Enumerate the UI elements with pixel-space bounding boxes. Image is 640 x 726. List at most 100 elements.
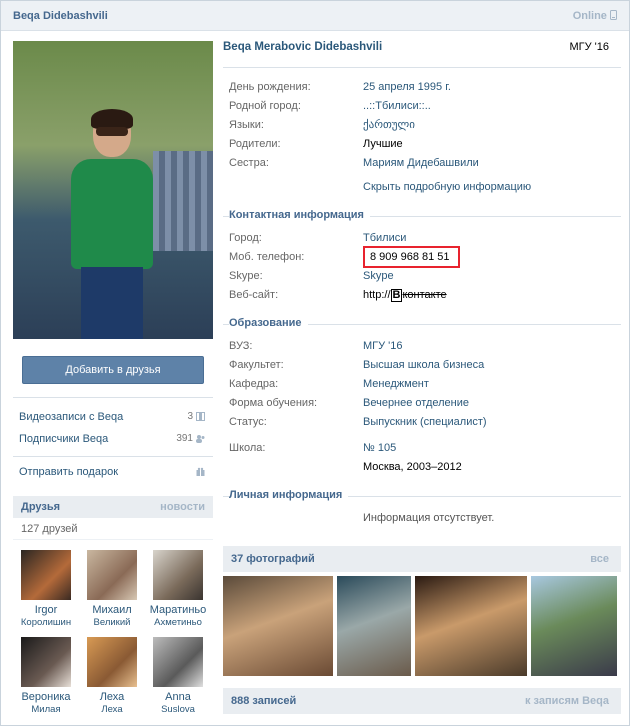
send-gift-label: Отправить подарок [19, 466, 119, 478]
photo-thumb[interactable] [337, 576, 411, 676]
friends-news-link[interactable]: новости [160, 501, 205, 513]
info-value[interactable]: ქართული [363, 116, 415, 135]
friend-avatar[interactable] [87, 550, 137, 600]
info-row: Родной город: ..::Тбилиси::.. [229, 97, 621, 116]
info-row: Веб-сайт: http://Вконтакте [229, 286, 621, 305]
friend-avatar[interactable] [153, 550, 203, 600]
education-section-header: Образование [223, 317, 621, 335]
profile-photo[interactable] [13, 41, 213, 339]
info-value[interactable]: 25 апреля 1995 г. [363, 78, 451, 97]
friend-last-name[interactable]: Suslova [145, 704, 211, 716]
friend-last-name[interactable]: Милая [13, 704, 79, 716]
phone-highlight-box: 8 909 968 81 51 [363, 246, 460, 268]
followers-icon [196, 434, 205, 443]
friend-first-name[interactable]: Маратиньо [145, 604, 211, 617]
friend-card[interactable]: Маратиньо Ахметиньо [145, 550, 211, 629]
info-key: Школа: [229, 442, 266, 454]
info-row: Форма обучения: Вечернее отделение [229, 394, 621, 413]
info-value[interactable]: Выпускник (специалист) [363, 413, 487, 432]
info-row: Сестра: Мариям Дидебашвили [229, 154, 621, 173]
top-bar: Beqa Didebashvili Online [1, 1, 629, 31]
records-link[interactable]: к записям Beqa [525, 695, 609, 707]
profile-header: Beqa Merabovic Didebashvili МГУ '16 [223, 41, 621, 63]
friend-first-name[interactable]: Вероника [13, 691, 79, 704]
add-friend-button[interactable]: Добавить в друзья [22, 356, 204, 384]
info-key: ВУЗ: [229, 340, 253, 352]
info-key: День рождения: [229, 81, 311, 93]
website-value[interactable]: http://Вконтакте [363, 286, 447, 305]
personal-section-header: Личная информация [223, 489, 621, 507]
info-row: Моб. телефон: 8 909 968 81 51 [229, 246, 621, 268]
friend-avatar[interactable] [21, 550, 71, 600]
info-value[interactable]: Мариям Дидебашвили [363, 154, 479, 173]
send-gift-link[interactable]: Отправить подарок [13, 461, 213, 483]
photos-title[interactable]: 37 фотографий [231, 553, 315, 565]
photos-header: 37 фотографий все [223, 546, 621, 572]
info-row: Школа: № 105 [229, 439, 621, 458]
friend-first-name[interactable]: Anna [145, 691, 211, 704]
photo-thumb[interactable] [531, 576, 617, 676]
divider [13, 397, 213, 398]
videos-label: Видеозаписи с Beqa [19, 411, 124, 423]
photo-thumb[interactable] [223, 576, 333, 676]
divider [223, 67, 621, 68]
videos-link[interactable]: Видеозаписи с Beqa 3 [13, 406, 213, 428]
friend-last-name[interactable]: Ахметиньо [145, 617, 211, 629]
hide-details-link[interactable]: Скрыть подробную информацию [363, 181, 621, 199]
info-key: Статус: [229, 416, 267, 428]
info-key: Кафедра: [229, 378, 279, 390]
friend-last-name[interactable]: Королишин [13, 617, 79, 629]
header-name[interactable]: Beqa Didebashvili [13, 10, 108, 22]
info-key: Сестра: [229, 157, 269, 169]
profile-full-name: Beqa Merabovic Didebashvili [223, 41, 383, 53]
divider [13, 456, 213, 457]
friend-card[interactable]: Михаил Великий [79, 550, 145, 629]
friend-card[interactable]: Вероника Милая [13, 637, 79, 716]
school-value[interactable]: № 105 [363, 439, 396, 458]
info-value[interactable]: МГУ '16 [363, 337, 403, 356]
school-details: Москва, 2003–2012 [363, 461, 462, 473]
video-icon [196, 411, 205, 421]
basic-info: День рождения: 25 апреля 1995 г. Родной г… [229, 78, 621, 173]
phone-value: 8 909 968 81 51 [370, 251, 450, 263]
profile-university[interactable]: МГУ '16 [570, 41, 610, 53]
left-column: Добавить в друзья Видеозаписи с Beqa 3 П… [13, 41, 213, 724]
info-row: Языки: ქართული [229, 116, 621, 135]
friend-card[interactable]: Леха Леха [79, 637, 145, 716]
info-value[interactable]: Менеджмент [363, 375, 429, 394]
friend-avatar[interactable] [21, 637, 71, 687]
info-value[interactable]: Skype [363, 267, 394, 286]
contacts-info: Город: Тбилиси Моб. телефон: 8 909 968 81 … [229, 229, 621, 305]
friends-title[interactable]: Друзья [21, 501, 60, 513]
friends-count[interactable]: 127 друзей [13, 518, 213, 540]
info-value[interactable]: Высшая школа бизнеса [363, 356, 484, 375]
friend-avatar[interactable] [153, 637, 203, 687]
info-key: Skype: [229, 270, 263, 282]
friends-grid: Irgor Королишин Михаил Великий Маратиньо Ах… [13, 540, 213, 724]
info-key: Форма обучения: [229, 397, 318, 409]
friend-avatar[interactable] [87, 637, 137, 687]
education-info: ВУЗ: МГУ '16 Факультет: Высшая школа бизне… [229, 337, 621, 477]
info-row: Статус: Выпускник (специалист) [229, 413, 621, 432]
right-column: Beqa Merabovic Didebashvili МГУ '16 День… [223, 41, 621, 714]
friend-first-name[interactable]: Irgor [13, 604, 79, 617]
friend-card[interactable]: Irgor Королишин [13, 550, 79, 629]
friend-first-name[interactable]: Михаил [79, 604, 145, 617]
info-key: Родители: [229, 138, 281, 150]
followers-link[interactable]: Подписчики Beqa 391 [13, 428, 213, 450]
records-title[interactable]: 888 записей [231, 695, 296, 707]
info-key: Веб-сайт: [229, 289, 279, 301]
info-value[interactable]: ..::Тбилиси::.. [363, 97, 431, 116]
info-value[interactable]: Вечернее отделение [363, 394, 469, 413]
friend-card[interactable]: Anna Suslova [145, 637, 211, 716]
friend-first-name[interactable]: Леха [79, 691, 145, 704]
website-brand-text: контакте [402, 289, 447, 301]
friend-last-name[interactable]: Великий [79, 617, 145, 629]
photos-all-link[interactable]: все [590, 553, 609, 565]
friend-last-name[interactable]: Леха [79, 704, 145, 716]
phone-icon [610, 10, 617, 20]
personal-info: Информация отсутствует. [229, 509, 621, 528]
friends-header: Друзья новости [13, 496, 213, 518]
info-row: Skype: Skype [229, 267, 621, 286]
photo-thumb[interactable] [415, 576, 527, 676]
